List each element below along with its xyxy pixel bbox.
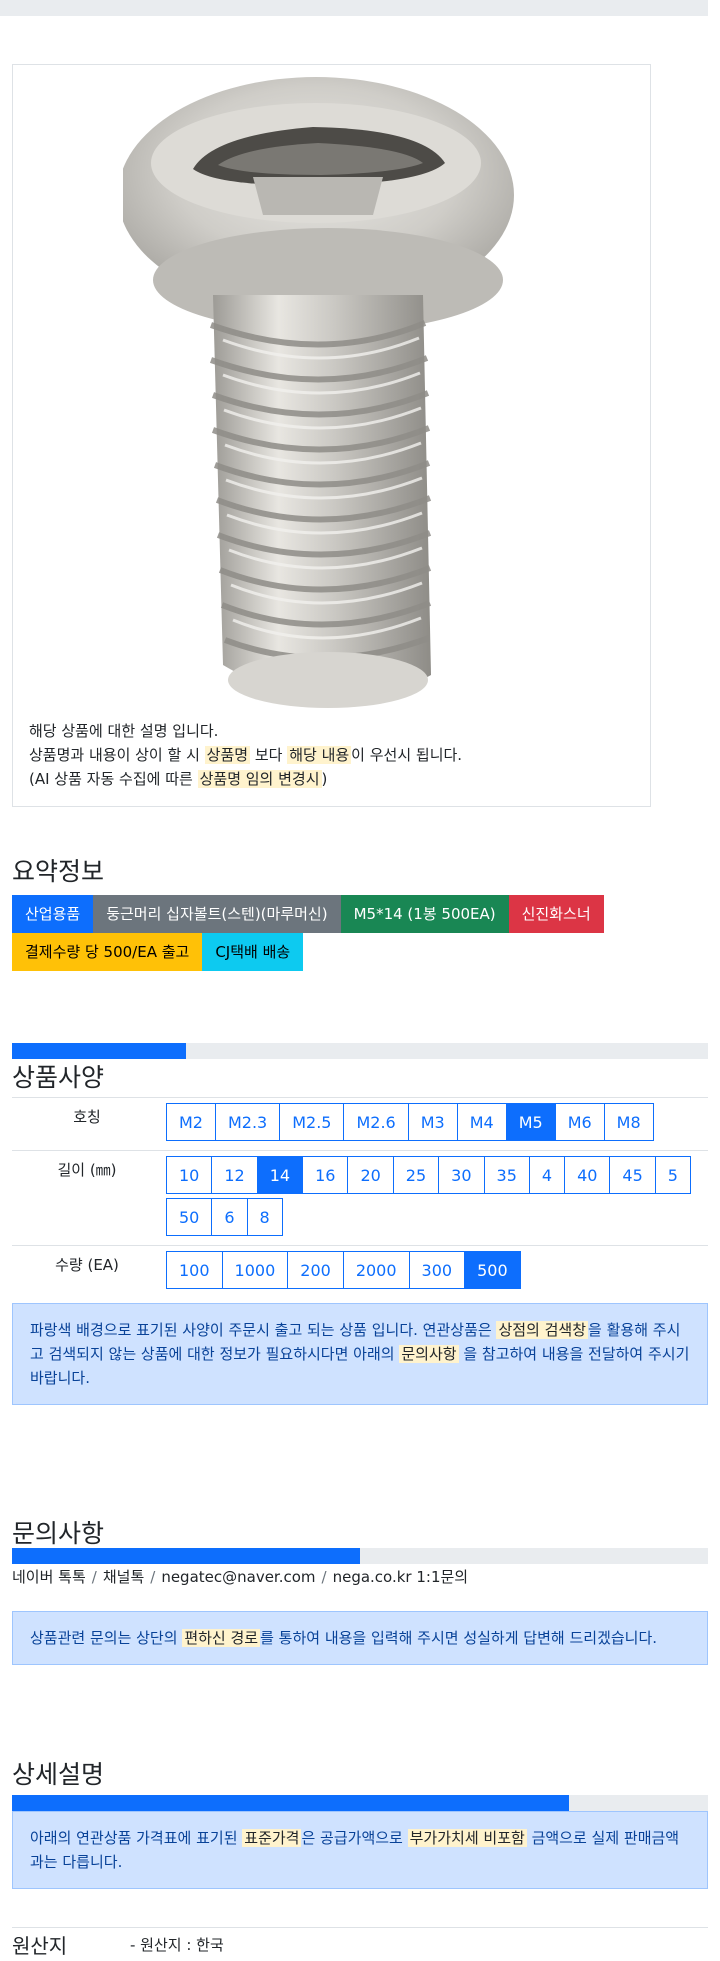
highlight-name-change: 상품명 임의 변경시 xyxy=(197,770,322,788)
option-30[interactable]: 30 xyxy=(438,1156,485,1194)
highlight-inquiry: 문의사항 xyxy=(399,1345,459,1363)
origin-row: 원산지 - 원산지 : 한국 xyxy=(12,1927,708,1958)
option-m2-3[interactable]: M2.3 xyxy=(214,1103,281,1141)
option-m2-6[interactable]: M2.6 xyxy=(343,1103,409,1141)
notice-text: 파랑색 배경으로 표기된 사양이 주문시 출고 되는 상품 입니다. 연관상품은 xyxy=(30,1321,497,1339)
option-50[interactable]: 50 xyxy=(166,1198,213,1236)
option-m5-selected[interactable]: M5 xyxy=(505,1103,556,1141)
contact-channel-talk[interactable]: 채널톡 xyxy=(103,1568,144,1586)
option-200[interactable]: 200 xyxy=(287,1251,344,1289)
spec-label: 길이 (㎜) xyxy=(12,1150,162,1246)
option-m3[interactable]: M3 xyxy=(407,1103,458,1141)
spec-table: 호칭 M2 M2.3 M2.5 M2.6 M3 M4 M5 M6 M8 길이 (㎜) 10 12 1… xyxy=(12,1097,708,1298)
summary-title: 요약정보 xyxy=(12,857,105,886)
option-20[interactable]: 20 xyxy=(347,1156,394,1194)
desc-text: 보다 xyxy=(250,746,288,764)
desc-text: (AI 상품 자동 수집에 따른 xyxy=(29,770,198,788)
origin-value: - 원산지 : 한국 xyxy=(130,1936,224,1954)
highlight-vat-excluded: 부가가치세 비포함 xyxy=(407,1829,527,1847)
spec-notice: 파랑색 배경으로 표기된 사양이 주문시 출고 되는 상품 입니다. 연관상품은… xyxy=(12,1303,708,1405)
option-1000[interactable]: 1000 xyxy=(221,1251,289,1289)
desc-text: 이 우선시 됩니다. xyxy=(351,746,463,764)
option-45[interactable]: 45 xyxy=(609,1156,656,1194)
option-8[interactable]: 8 xyxy=(246,1198,283,1236)
option-14-selected[interactable]: 14 xyxy=(256,1156,304,1194)
highlight-content: 해당 내용 xyxy=(287,746,352,764)
detail-progress-fill xyxy=(12,1795,569,1811)
badge-quantity: 결제수량 당 500/EA 출고 xyxy=(12,933,203,971)
contact-naver-talk[interactable]: 네이버 톡톡 xyxy=(12,1568,86,1586)
notice-text: 은 공급가액으로 xyxy=(301,1829,408,1847)
spec-progress xyxy=(12,1043,708,1059)
option-group-quantity: 100 1000 200 2000 300 500 xyxy=(166,1251,704,1293)
spec-row-length: 길이 (㎜) 10 12 14 16 20 25 30 35 4 40 45 5 50 6 8 xyxy=(12,1150,708,1246)
desc-line-1: 해당 상품에 대한 설명 입니다. xyxy=(29,722,219,740)
highlight-standard-price: 표준가격 xyxy=(242,1829,302,1847)
spec-options: 10 12 14 16 20 25 30 35 4 40 45 5 50 6 8 xyxy=(162,1150,708,1246)
inquiry-notice: 상품관련 문의는 상단의 편하신 경로 를 통하여 내용을 입력해 주시면 성실하… xyxy=(12,1611,708,1665)
option-group-size: M2 M2.3 M2.5 M2.6 M3 M4 M5 M6 M8 xyxy=(166,1103,704,1145)
badge-category: 산업용품 xyxy=(12,895,94,933)
option-35[interactable]: 35 xyxy=(483,1156,530,1194)
option-16[interactable]: 16 xyxy=(302,1156,349,1194)
origin-label: 원산지 xyxy=(12,1934,68,1958)
spec-options: 100 1000 200 2000 300 500 xyxy=(162,1245,708,1298)
desc-line-2: 상품명과 내용이 상이 할 시 상품명 보다 해당 내용 이 우선시 됩니다. xyxy=(29,743,462,767)
notice-text: 아래의 연관상품 가격표에 표기된 xyxy=(30,1829,243,1847)
notice-text: 를 통하여 내용을 입력해 주시면 성실하게 답변해 드리겠습니다. xyxy=(260,1629,658,1647)
option-m4[interactable]: M4 xyxy=(456,1103,507,1141)
separator: / xyxy=(91,1568,97,1586)
top-bar xyxy=(0,0,708,16)
product-image xyxy=(123,77,514,708)
option-m2-5[interactable]: M2.5 xyxy=(279,1103,345,1141)
option-group-length: 10 12 14 16 20 25 30 35 4 40 45 5 50 6 8 xyxy=(166,1156,704,1240)
spec-options: M2 M2.3 M2.5 M2.6 M3 M4 M5 M6 M8 xyxy=(162,1097,708,1151)
detail-notice: 아래의 연관상품 가격표에 표기된 표준가격 은 공급가액으로 부가가치세 비포함… xyxy=(12,1811,708,1889)
separator: / xyxy=(150,1568,156,1586)
contact-site-inquiry[interactable]: nega.co.kr 1:1문의 xyxy=(333,1568,469,1586)
desc-text: 상품명과 내용이 상이 할 시 xyxy=(29,746,205,764)
option-10[interactable]: 10 xyxy=(166,1156,213,1194)
contact-links: 네이버 톡톡 / 채널톡 / negatec@naver.com / nega.co.kr … xyxy=(12,1566,468,1587)
option-2000[interactable]: 2000 xyxy=(342,1251,410,1289)
option-500-selected[interactable]: 500 xyxy=(464,1251,521,1289)
option-12[interactable]: 12 xyxy=(211,1156,258,1194)
option-6[interactable]: 6 xyxy=(211,1198,248,1236)
inquiry-progress xyxy=(12,1548,708,1564)
badge-spec: M5*14 (1봉 500EA) xyxy=(340,895,509,933)
inquiry-title: 문의사항 xyxy=(12,1519,105,1548)
highlight-channel: 편하신 경로 xyxy=(182,1629,261,1647)
contact-email[interactable]: negatec@naver.com xyxy=(161,1568,315,1586)
badge-brand: 신진화스너 xyxy=(508,895,604,933)
summary-badges: 산업용품 둥근머리 십자볼트(스텐)(마루머신) M5*14 (1봉 500EA… xyxy=(12,895,672,971)
product-card: 해당 상품에 대한 설명 입니다. 상품명과 내용이 상이 할 시 상품명 보다… xyxy=(12,64,651,807)
desc-line-3: (AI 상품 자동 수집에 따른 상품명 임의 변경시) xyxy=(29,767,462,791)
highlight-search: 상점의 검색창 xyxy=(496,1321,589,1339)
spec-label: 수량 (EA) xyxy=(12,1245,162,1298)
spec-title: 상품사양 xyxy=(12,1063,105,1092)
option-40[interactable]: 40 xyxy=(564,1156,611,1194)
spec-label: 호칭 xyxy=(12,1097,162,1151)
option-25[interactable]: 25 xyxy=(392,1156,440,1194)
desc-text: ) xyxy=(321,770,328,788)
option-100[interactable]: 100 xyxy=(166,1251,223,1289)
option-m2[interactable]: M2 xyxy=(166,1103,216,1141)
spec-row-size: 호칭 M2 M2.3 M2.5 M2.6 M3 M4 M5 M6 M8 xyxy=(12,1097,708,1151)
detail-progress xyxy=(12,1795,708,1811)
spec-row-quantity: 수량 (EA) 100 1000 200 2000 300 500 xyxy=(12,1245,708,1298)
inquiry-progress-fill xyxy=(12,1548,360,1564)
option-4[interactable]: 4 xyxy=(528,1156,566,1194)
product-description: 해당 상품에 대한 설명 입니다. 상품명과 내용이 상이 할 시 상품명 보다… xyxy=(29,719,462,791)
option-m8[interactable]: M8 xyxy=(603,1103,654,1141)
option-300[interactable]: 300 xyxy=(408,1251,466,1289)
badge-product-name: 둥근머리 십자볼트(스텐)(마루머신) xyxy=(93,895,341,933)
badge-shipping: CJ택배 배송 xyxy=(202,933,304,971)
spec-progress-fill xyxy=(12,1043,186,1059)
separator: / xyxy=(321,1568,327,1586)
notice-text: 상품관련 문의는 상단의 xyxy=(30,1629,183,1647)
highlight-product-name: 상품명 xyxy=(204,746,251,764)
option-m6[interactable]: M6 xyxy=(554,1103,605,1141)
option-5[interactable]: 5 xyxy=(654,1156,691,1194)
detail-title: 상세설명 xyxy=(12,1760,105,1789)
